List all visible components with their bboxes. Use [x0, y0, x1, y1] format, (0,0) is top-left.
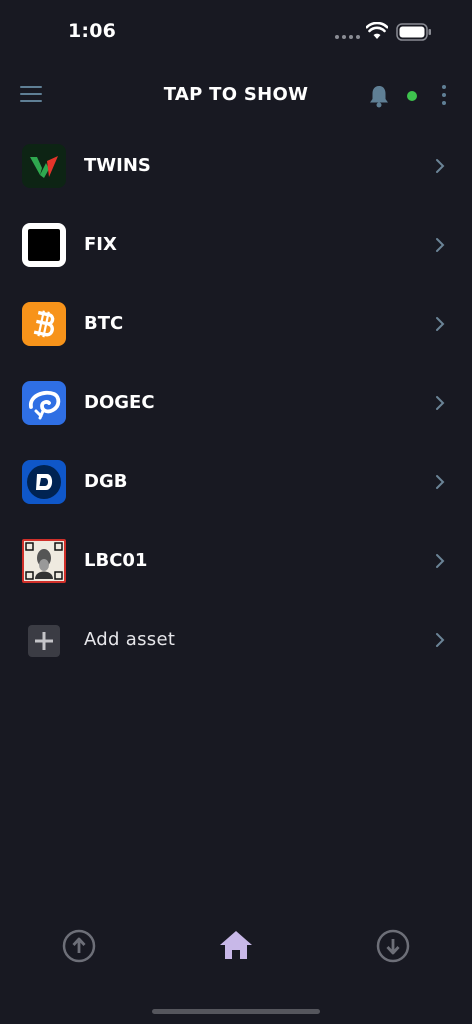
chevron-right-icon: [436, 159, 445, 173]
twins-logo-icon: [22, 144, 66, 188]
chevron-right-icon: [436, 396, 445, 410]
home-icon[interactable]: [219, 929, 253, 961]
digibyte-logo-icon: [22, 460, 66, 504]
balance-reveal-title[interactable]: TAP TO SHOW: [0, 84, 472, 105]
wifi-icon: [366, 22, 388, 39]
asset-name: LBC01: [84, 550, 148, 571]
asset-row-fix[interactable]: FIX: [0, 206, 472, 285]
chevron-right-icon: [436, 475, 445, 489]
bitcoin-logo-icon: [22, 302, 66, 346]
chevron-right-icon: [436, 238, 445, 252]
add-asset-row[interactable]: Add asset: [0, 601, 472, 680]
status-time: 1:06: [68, 20, 117, 42]
home-indicator: [152, 1009, 320, 1014]
plus-icon: [28, 625, 60, 657]
cellular-signal-icon: [335, 35, 360, 39]
arrow-up-circle-icon[interactable]: [62, 929, 96, 963]
bottom-nav: [0, 920, 472, 976]
more-options-icon[interactable]: [441, 85, 447, 107]
connection-status-dot: [407, 91, 417, 101]
asset-name: DOGEC: [84, 392, 155, 413]
chevron-right-icon: [436, 633, 445, 647]
app-header: TAP TO SHOW: [0, 72, 472, 122]
dogecash-logo-icon: [22, 381, 66, 425]
status-bar: 1:06: [0, 0, 472, 64]
lbc01-portrait-icon: [22, 539, 66, 583]
asset-name: DGB: [84, 471, 128, 492]
asset-row-dogec[interactable]: DOGEC: [0, 364, 472, 443]
asset-row-btc[interactable]: BTC: [0, 285, 472, 364]
chevron-right-icon: [436, 317, 445, 331]
chevron-right-icon: [436, 554, 445, 568]
arrow-down-circle-icon[interactable]: [376, 929, 410, 963]
bell-icon[interactable]: [368, 84, 390, 108]
asset-name: BTC: [84, 313, 124, 334]
battery-icon: [396, 23, 431, 41]
fix-logo-icon: [22, 223, 66, 267]
add-asset-label: Add asset: [84, 629, 176, 650]
asset-name: TWINS: [84, 155, 151, 176]
asset-row-twins[interactable]: TWINS: [0, 127, 472, 206]
asset-row-dgb[interactable]: DGB: [0, 443, 472, 522]
asset-row-lbc01[interactable]: LBC01: [0, 522, 472, 601]
asset-name: FIX: [84, 234, 117, 255]
asset-list: TWINS FIX BTC DOGEC DGB LBC01 Add asset: [0, 127, 472, 680]
